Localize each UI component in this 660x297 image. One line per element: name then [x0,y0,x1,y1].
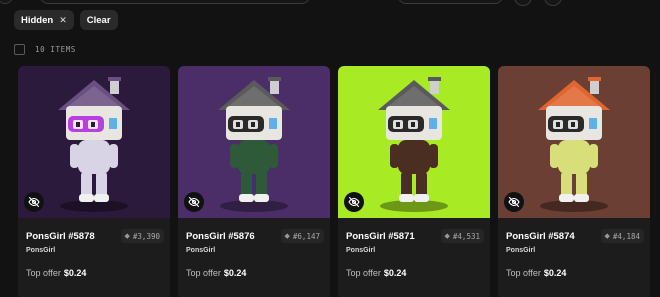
price-value: #4,531 [452,231,480,241]
price-badge: ◆ #4,184 [600,229,644,243]
sort-select[interactable] [398,0,503,4]
collection-name: PonsGirl [346,247,376,254]
top-offer: Top offer $0.24 [26,268,86,278]
card-info: PonsGirl #5874 ◆ #4,184 PonsGirl Top off… [498,218,650,297]
filter-toggle-button[interactable] [0,0,13,4]
item-grid: PonsGirl #5878 ◆ #3,390 PonsGirl Top off… [18,66,650,297]
card-info: PonsGirl #5878 ◆ #3,390 PonsGirl Top off… [18,218,170,297]
clear-filters-button[interactable]: Clear [79,10,118,30]
nft-name: PonsGirl #5871 [346,231,415,242]
grid-view-button[interactable] [514,0,532,6]
filter-chip-label: Hidden [21,14,54,26]
items-header: 10 ITEMS [14,44,76,55]
filter-chip-hidden[interactable]: Hidden ✕ [14,10,74,30]
top-offer-value: $0.24 [383,268,407,278]
top-offer-value: $0.24 [223,268,247,278]
top-offer-value: $0.24 [543,268,567,278]
eye-off-icon[interactable] [504,192,524,212]
select-all-checkbox[interactable] [14,44,25,55]
nft-card[interactable]: PonsGirl #5871 ◆ #4,531 PonsGirl Top off… [338,66,490,297]
items-count: 10 ITEMS [35,45,76,54]
collection-name: PonsGirl [186,247,216,254]
price-badge: ◆ #3,390 [120,229,164,243]
nft-card[interactable]: PonsGirl #5874 ◆ #4,184 PonsGirl Top off… [498,66,650,297]
active-filters: Hidden ✕ Clear [14,10,118,30]
top-offer: Top offer $0.24 [186,268,246,278]
price-value: #3,390 [132,231,160,241]
eye-off-icon[interactable] [24,192,44,212]
top-offer-label: Top offer [186,268,221,278]
eth-icon: ◆ [124,233,130,240]
top-offer: Top offer $0.24 [506,268,566,278]
search-input[interactable] [40,0,310,4]
price-value: #4,184 [612,231,640,241]
card-info: PonsGirl #5871 ◆ #4,531 PonsGirl Top off… [338,218,490,297]
top-offer: Top offer $0.24 [346,268,406,278]
clear-label: Clear [86,14,111,26]
eye-off-icon[interactable] [344,192,364,212]
collection-name: PonsGirl [506,247,536,254]
list-view-button[interactable] [544,0,562,6]
top-toolbar [0,0,660,8]
price-value: #6,147 [292,231,320,241]
nft-name: PonsGirl #5874 [506,231,575,242]
top-offer-label: Top offer [346,268,381,278]
card-info: PonsGirl #5876 ◆ #6,147 PonsGirl Top off… [178,218,330,297]
eth-icon: ◆ [444,233,450,240]
nft-name: PonsGirl #5876 [186,231,255,242]
nft-card[interactable]: PonsGirl #5876 ◆ #6,147 PonsGirl Top off… [178,66,330,297]
close-icon[interactable]: ✕ [59,15,67,26]
nft-name: PonsGirl #5878 [26,231,95,242]
top-offer-value: $0.24 [63,268,87,278]
eth-icon: ◆ [284,233,290,240]
nft-card[interactable]: PonsGirl #5878 ◆ #3,390 PonsGirl Top off… [18,66,170,297]
price-badge: ◆ #6,147 [280,229,324,243]
collection-name: PonsGirl [26,247,56,254]
eye-off-icon[interactable] [184,192,204,212]
top-offer-label: Top offer [26,268,61,278]
top-offer-label: Top offer [506,268,541,278]
eth-icon: ◆ [604,233,610,240]
price-badge: ◆ #4,531 [440,229,484,243]
